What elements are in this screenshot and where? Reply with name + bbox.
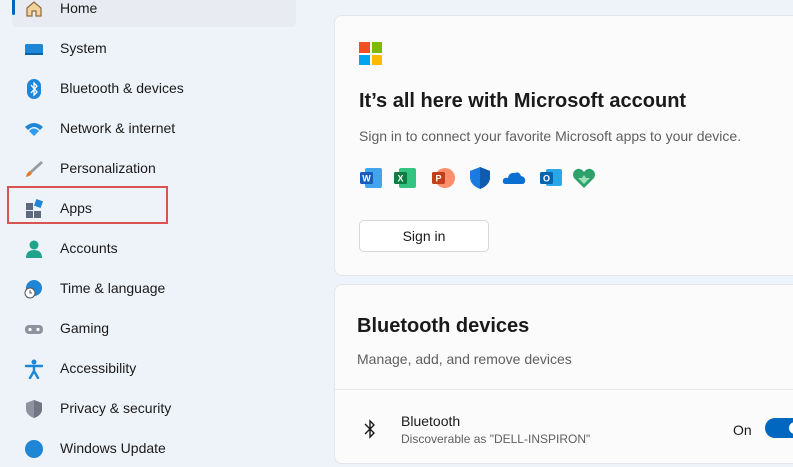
toggle-knob <box>789 422 793 434</box>
bluetooth-row-label: Bluetooth <box>401 413 461 429</box>
onedrive-icon <box>502 166 526 190</box>
family-icon <box>572 166 596 190</box>
excel-icon: X <box>393 166 417 190</box>
gamepad-icon <box>24 319 44 339</box>
bluetooth-icon <box>24 79 44 99</box>
svg-text:O: O <box>543 174 550 184</box>
sidebar-item-gaming[interactable]: Gaming <box>12 311 296 347</box>
sidebar-item-time-language[interactable]: Time & language <box>12 271 296 307</box>
bluetooth-card-title: Bluetooth devices <box>357 315 530 337</box>
globe-clock-icon <box>24 279 44 299</box>
powerpoint-icon: P <box>431 166 455 190</box>
settings-sidebar: Home System Bluetooth & devices Network … <box>0 0 312 458</box>
sign-in-button[interactable]: Sign in <box>359 220 489 252</box>
sidebar-item-accounts[interactable]: Accounts <box>12 231 296 267</box>
monitor-icon <box>24 39 44 59</box>
bluetooth-card-subtitle: Manage, add, and remove devices <box>357 351 572 367</box>
sidebar-item-accessibility[interactable]: Accessibility <box>12 351 296 387</box>
microsoft-logo-icon <box>359 42 382 65</box>
sidebar-item-personalization[interactable]: Personalization <box>12 151 296 187</box>
microsoft-account-card: It’s all here with Microsoft account Sig… <box>334 15 793 276</box>
sidebar-item-network[interactable]: Network & internet <box>12 111 296 147</box>
bluetooth-toggle[interactable] <box>765 418 793 438</box>
bluetooth-icon <box>363 418 377 440</box>
account-card-title: It’s all here with Microsoft account <box>359 90 687 112</box>
wifi-icon <box>24 119 44 139</box>
svg-text:X: X <box>397 174 403 184</box>
bluetooth-row-description: Discoverable as "DELL-INSPIRON" <box>401 432 591 446</box>
svg-text:P: P <box>435 174 441 184</box>
outlook-icon: O <box>539 166 563 190</box>
sidebar-item-bluetooth[interactable]: Bluetooth & devices <box>12 71 296 107</box>
person-icon <box>24 239 44 259</box>
bluetooth-devices-card: Bluetooth devices Manage, add, and remov… <box>334 284 793 464</box>
shield-icon <box>24 399 44 419</box>
home-icon <box>24 0 44 19</box>
active-indicator <box>12 0 15 15</box>
account-card-subtitle: Sign in to connect your favorite Microso… <box>359 128 742 144</box>
bluetooth-state-label: On <box>733 422 752 438</box>
brush-icon <box>24 159 44 179</box>
svg-text:W: W <box>362 174 371 184</box>
word-icon: W <box>359 166 383 190</box>
apps-highlight-box <box>7 186 168 224</box>
divider <box>335 389 793 390</box>
defender-icon <box>468 166 492 190</box>
sidebar-item-privacy[interactable]: Privacy & security <box>12 391 296 427</box>
sidebar-item-system[interactable]: System <box>12 31 296 67</box>
sidebar-item-home[interactable]: Home <box>12 0 296 27</box>
update-icon <box>24 439 44 459</box>
sidebar-item-windows-update[interactable]: Windows Update <box>12 431 296 467</box>
accessibility-icon <box>24 359 44 380</box>
